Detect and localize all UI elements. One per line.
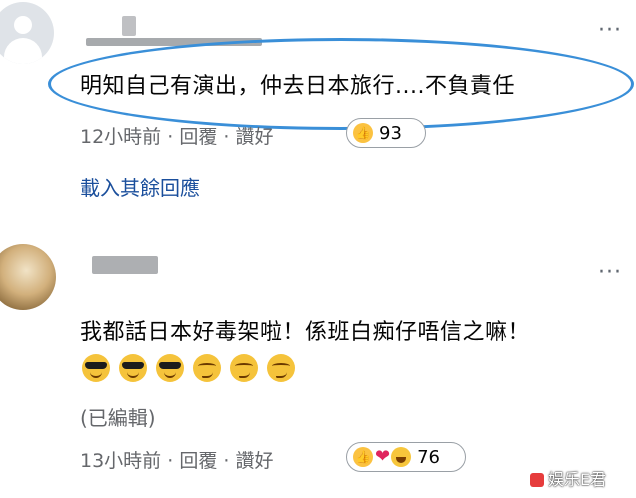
reaction-count: 93 (379, 122, 402, 144)
reactions-pill[interactable]: 👍 ❤ 76 (346, 442, 466, 472)
separator: · (223, 126, 230, 148)
like-button[interactable]: 讚好 (235, 126, 273, 148)
avatar[interactable] (0, 244, 56, 310)
avatar-body (4, 38, 42, 64)
comment-text: 明知自己有演出，仲去日本旅行....不負責任 (80, 74, 515, 99)
reaction-count: 76 (417, 446, 440, 468)
watermark-logo-icon (530, 473, 544, 487)
smirk-emoji (193, 354, 221, 382)
haha-icon (391, 447, 412, 467)
reply-button[interactable]: 回覆 (179, 450, 217, 472)
like-icon: 👍 (353, 447, 373, 467)
watermark: 娱乐E君 (530, 466, 606, 490)
like-button[interactable]: 讚好 (235, 450, 273, 472)
separator: · (167, 450, 174, 472)
watermark-text: 娱乐E君 (548, 470, 607, 489)
reactions-pill[interactable]: 👍 93 (346, 118, 426, 148)
smirk-emoji (267, 354, 295, 382)
separator: · (223, 450, 230, 472)
smirk-emoji (230, 354, 258, 382)
username-blurred[interactable] (92, 256, 158, 274)
heart-icon: ❤ (375, 446, 391, 467)
more-options-icon[interactable]: ··· (598, 20, 622, 42)
sunglasses-emoji (156, 354, 184, 382)
comment-text: 我都話日本好毒架啦！係班白痴仔唔信之嘛！ (80, 320, 531, 345)
emoji-row (82, 354, 304, 382)
avatar[interactable] (0, 2, 54, 64)
timestamp: 13小時前 (80, 450, 162, 472)
reply-button[interactable]: 回覆 (179, 126, 217, 148)
sunglasses-emoji (119, 354, 147, 382)
edited-label: (已編輯) (80, 406, 156, 430)
more-options-icon[interactable]: ··· (598, 262, 622, 284)
load-more-replies-link[interactable]: 載入其餘回應 (80, 172, 200, 201)
avatar-head (14, 16, 32, 34)
sunglasses-emoji (82, 354, 110, 382)
username-blurred-fragment (122, 16, 136, 36)
like-icon: 👍 (353, 123, 373, 143)
timestamp: 12小時前 (80, 126, 162, 148)
separator: · (167, 126, 174, 148)
comment-meta: 13小時前 · 回覆 · 讚好 (80, 446, 274, 473)
comment-meta: 12小時前 · 回覆 · 讚好 (80, 122, 274, 149)
